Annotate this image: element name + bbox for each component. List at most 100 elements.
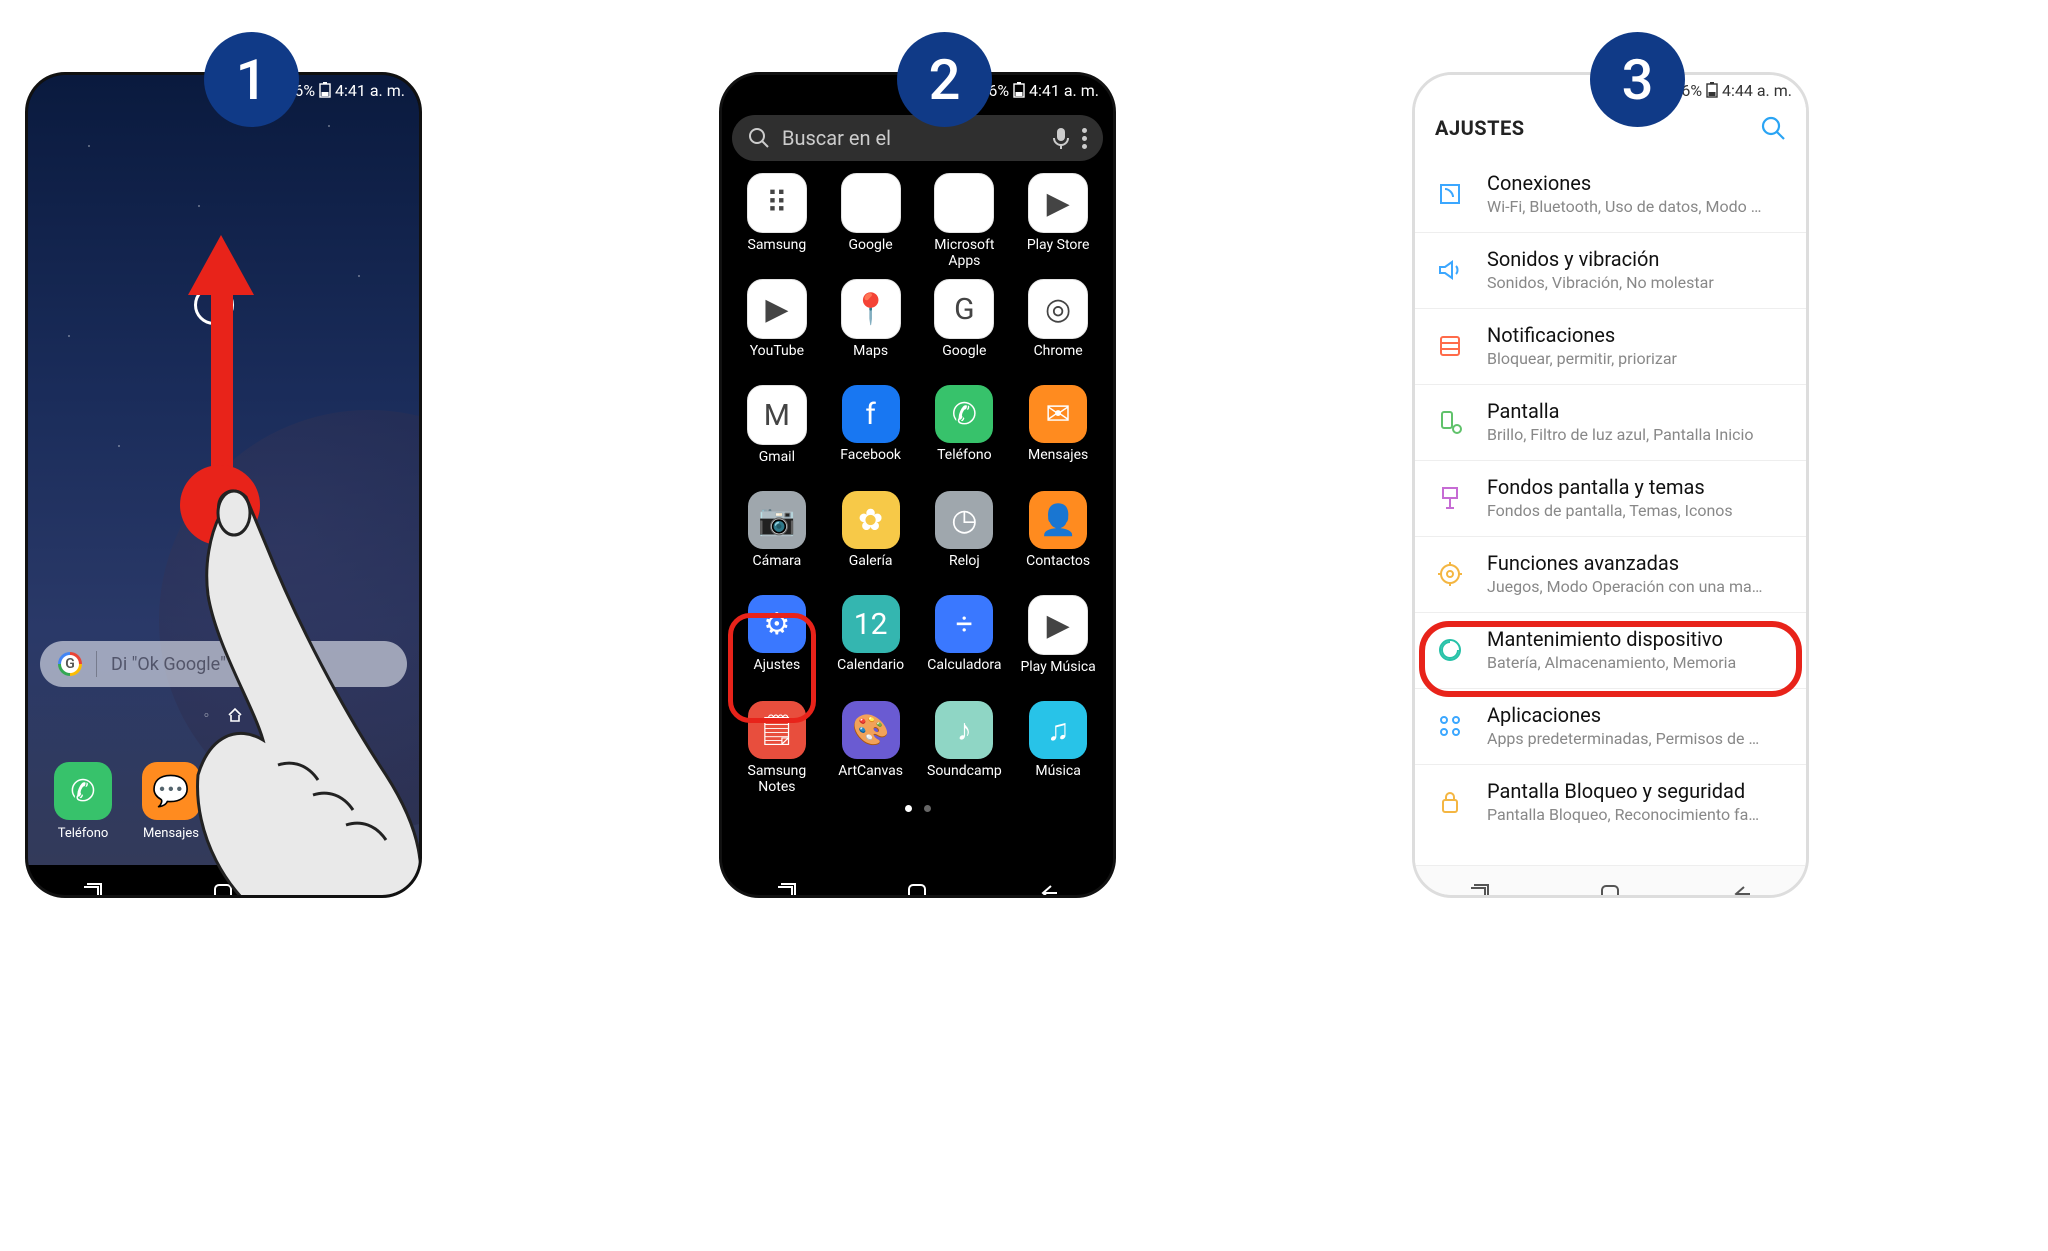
app-icon: ▶ — [1028, 173, 1088, 233]
app-label: YouTube — [733, 343, 821, 377]
lock-icon — [1435, 787, 1465, 817]
app-galería[interactable]: ✿ Galería — [827, 491, 915, 587]
theme-icon — [1435, 483, 1465, 513]
app-facebook[interactable]: fFacebook — [827, 385, 915, 483]
apps-search-bar[interactable]: Buscar en el — [732, 115, 1103, 161]
settings-item-title: Conexiones — [1487, 171, 1767, 195]
settings-item-subtitle: Apps predeterminadas, Permisos de ap… — [1487, 729, 1767, 748]
app-cámara[interactable]: 📷 Cámara — [733, 491, 821, 587]
nav-home-button[interactable] — [904, 880, 930, 899]
adv-icon — [1435, 559, 1465, 589]
app-play-música[interactable]: ▶ Play Música — [1014, 595, 1102, 693]
app-icon: 12 — [842, 595, 900, 653]
app-mensajes[interactable]: ✉ Mensajes — [1014, 385, 1102, 483]
app-icon: ◷ — [935, 491, 993, 549]
app-icon: 🎨 — [842, 701, 900, 759]
app-label: Play Store — [1014, 237, 1102, 271]
app-label: Cámara — [733, 553, 821, 587]
dock-app-phone[interactable]: ✆ Teléfono — [54, 762, 112, 843]
app-play-store[interactable]: ▶ Play Store — [1014, 173, 1102, 271]
settings-item-title: Pantalla — [1487, 399, 1754, 423]
highlight-ajustes — [728, 613, 816, 723]
app-label: Play Música — [1014, 659, 1102, 693]
app-icon — [934, 173, 994, 233]
nav-recents-button[interactable] — [80, 880, 106, 899]
nav-recents-button[interactable] — [774, 880, 800, 899]
nav-back-button[interactable] — [1728, 881, 1754, 899]
nav-back-button[interactable] — [1035, 880, 1061, 899]
step-badge-2: 2 — [897, 32, 992, 127]
settings-list: Conexiones Wi-Fi, Bluetooth, Uso de datos… — [1415, 157, 1806, 840]
sound-icon — [1435, 255, 1465, 285]
clock-time: 4:44 a. m. — [1722, 81, 1792, 100]
app-icon: ▶ — [1028, 595, 1088, 655]
app-samsung[interactable]: ⠿Samsung — [733, 173, 821, 271]
app-artcanvas[interactable]: 🎨 ArtCanvas — [827, 701, 915, 797]
app-icon: ▶ — [747, 279, 807, 339]
app-google[interactable]: Google — [827, 173, 915, 271]
settings-item-subtitle: Brillo, Filtro de luz azul, Pantalla Ini… — [1487, 425, 1754, 444]
app-label: ArtCanvas — [827, 763, 915, 797]
settings-row-adv[interactable]: Funciones avanzadasJuegos, Modo Operació… — [1415, 536, 1806, 612]
app-icon: 📷 — [748, 491, 806, 549]
settings-row-theme[interactable]: Fondos pantalla y temas Fondos de pantall… — [1415, 460, 1806, 536]
app-gmail[interactable]: M Gmail — [733, 385, 821, 483]
search-icon[interactable] — [1760, 115, 1786, 141]
settings-row-notif[interactable]: NotificacionesBloquear, permitir, priori… — [1415, 308, 1806, 384]
app-icon: 👤 — [1029, 491, 1087, 549]
nav-recents-button[interactable] — [1467, 881, 1493, 899]
app-calendario[interactable]: 12Calendario — [827, 595, 915, 693]
settings-row-display[interactable]: Pantalla Brillo, Filtro de luz azul, Pant… — [1415, 384, 1806, 460]
settings-item-title: Sonidos y vibración — [1487, 247, 1714, 271]
search-placeholder: Buscar en el — [782, 126, 1041, 150]
settings-item-subtitle: Fondos de pantalla, Temas, Iconos — [1487, 501, 1733, 520]
notif-icon — [1435, 331, 1465, 361]
app-label: Galería — [827, 553, 915, 587]
app-música[interactable]: ♫Música — [1014, 701, 1102, 797]
settings-row-sound[interactable]: Sonidos y vibraciónSonidos, Vibración, N… — [1415, 232, 1806, 308]
app-icon: ✉ — [1029, 385, 1087, 443]
app-chrome[interactable]: ◎Chrome — [1014, 279, 1102, 377]
clock-time: 4:41 a. m. — [1029, 81, 1099, 100]
app-label: Mensajes — [1014, 447, 1102, 481]
app-calculadora[interactable]: ÷Calculadora — [920, 595, 1008, 693]
app-icon: G — [934, 279, 994, 339]
app-icon: M — [747, 385, 807, 445]
google-logo-icon — [58, 652, 82, 676]
battery-icon — [319, 82, 331, 98]
android-nav-bar — [1415, 865, 1806, 898]
app-reloj[interactable]: ◷Reloj — [920, 491, 1008, 587]
app-label: Samsung Notes — [733, 763, 821, 797]
app-teléfono[interactable]: ✆Teléfono — [920, 385, 1008, 483]
app-icon: ✿ — [842, 491, 900, 549]
app-icon: 📍 — [841, 279, 901, 339]
settings-item-subtitle: Wi-Fi, Bluetooth, Uso de datos, Modo A… — [1487, 197, 1767, 216]
phone-icon: ✆ — [54, 762, 112, 820]
app-google[interactable]: GGoogle — [920, 279, 1008, 377]
android-nav-bar — [722, 865, 1113, 898]
app-soundcamp[interactable]: ♪Soundcamp — [920, 701, 1008, 797]
app-microsoft-apps[interactable]: Microsoft Apps — [920, 173, 1008, 271]
more-options-icon[interactable] — [1081, 128, 1087, 149]
app-youtube[interactable]: ▶ YouTube — [733, 279, 821, 377]
app-label: Gmail — [733, 449, 821, 483]
app-label: Soundcamp — [920, 763, 1008, 797]
settings-row-apps[interactable]: AplicacionesApps predeterminadas, Permis… — [1415, 688, 1806, 764]
phone-1-home: 26% 4:41 a. m. Di "Ok Googl — [25, 72, 422, 898]
app-icon: ÷ — [935, 595, 993, 653]
app-contactos[interactable]: 👤 Contactos — [1014, 491, 1102, 587]
app-icon: f — [842, 385, 900, 443]
step-badge-3: 3 — [1590, 32, 1685, 127]
app-maps[interactable]: 📍 Maps — [827, 279, 915, 377]
mic-icon[interactable] — [1053, 127, 1069, 149]
settings-row-conn[interactable]: Conexiones Wi-Fi, Bluetooth, Uso de datos… — [1415, 157, 1806, 232]
app-label: Contactos — [1014, 553, 1102, 587]
app-label: Música — [1014, 763, 1102, 797]
app-label: Maps — [827, 343, 915, 377]
settings-item-title: Fondos pantalla y temas — [1487, 475, 1733, 499]
settings-title: AJUSTES — [1435, 116, 1525, 140]
settings-row-lock[interactable]: Pantalla Bloqueo y seguridadPantalla Blo… — [1415, 764, 1806, 840]
nav-home-button[interactable] — [1597, 881, 1623, 899]
app-label: Chrome — [1014, 343, 1102, 377]
app-label: Google — [827, 237, 915, 271]
